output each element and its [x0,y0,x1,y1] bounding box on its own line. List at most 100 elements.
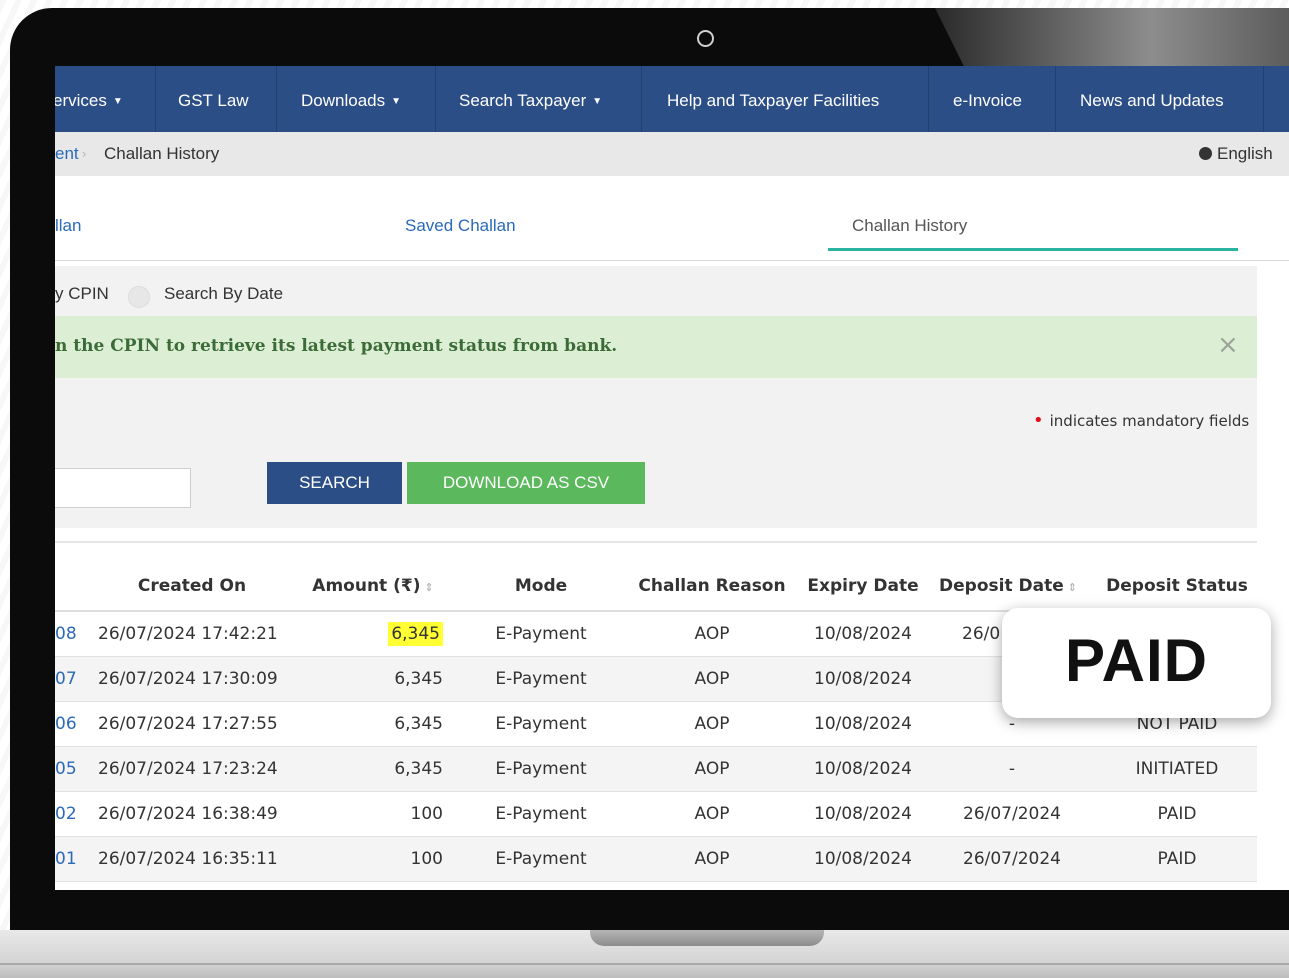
nav-services[interactable]: ervices ▼ [55,66,123,132]
tab-saved-challan[interactable]: Saved Challan [405,216,516,236]
callout-text: PAID [1065,627,1208,694]
nav-news-updates[interactable]: News and Updates [1080,66,1224,132]
language-label: English [1217,144,1273,163]
webcam-icon [697,30,714,47]
cpin-link[interactable]: 08 [55,624,77,644]
reason-cell: AOP [694,759,730,779]
globe-icon [1199,147,1212,160]
nav-e-invoice-label: e-Invoice [953,91,1022,110]
paid-status-callout: PAID [1002,608,1271,718]
expiry-cell: 10/08/2024 [814,849,912,869]
nav-divider [1055,66,1056,132]
chevron-down-icon: ▼ [112,96,123,107]
amount-cell: 6,345 [394,759,443,779]
challan-tabs: llan Saved Challan Challan History [55,176,1289,266]
mandatory-note: • indicates mandatory fields [1033,410,1249,431]
cpin-link[interactable]: 05 [55,759,77,779]
amount-cell: 6,345 [394,669,443,689]
nav-help-taxpayer-facilities[interactable]: Help and Taxpayer Facilities [667,66,879,132]
created-on-cell: 26/07/2024 17:27:55 [98,714,278,734]
created-on-cell: 26/07/2024 17:42:21 [98,624,278,644]
deposit-status-cell: PAID [1157,849,1197,869]
mode-cell: E-Payment [495,714,587,734]
col-created-on: Created On [137,576,247,596]
tab-create-challan[interactable]: llan [55,216,81,236]
browser-screen: ervices ▼ GST Law Downloads ▼ Search Taxpa… [55,66,1289,890]
cpin-link[interactable]: 01 [55,849,77,869]
cpin-link[interactable]: 07 [55,669,77,689]
mandatory-note-text: indicates mandatory fields [1049,412,1250,430]
col-deposit-date[interactable]: Deposit Date ⇕ [939,576,1077,596]
nav-e-invoice[interactable]: e-Invoice [953,66,1022,132]
table-row[interactable]: 05 26/07/2024 17:23:24 6,345 E-Payment A… [55,747,1257,792]
cpin-input[interactable] [55,468,191,508]
amount-highlight: 6,345 [388,622,443,646]
table-row[interactable]: 02 26/07/2024 16:38:49 100 E-Payment AOP… [55,792,1257,837]
expiry-cell: 10/08/2024 [814,714,912,734]
nav-gst-law[interactable]: GST Law [178,66,249,132]
download-csv-button[interactable]: DOWNLOAD AS CSV [407,462,645,504]
expiry-cell: 10/08/2024 [814,804,912,824]
top-nav: ervices ▼ GST Law Downloads ▼ Search Taxpa… [55,66,1289,132]
created-on-cell: 26/07/2024 17:30:09 [98,669,278,689]
col-expiry-date: Expiry Date [807,576,919,596]
nav-divider [155,66,156,132]
created-on-cell: 26/07/2024 17:23:24 [98,759,278,779]
chevron-down-icon: ▼ [391,96,402,107]
deposit-date-cell: 26/07/2024 [963,849,1061,869]
cpin-link[interactable]: 06 [55,714,77,734]
nav-gst-law-label: GST Law [178,91,249,110]
breadcrumb: ent › Challan History English [55,132,1289,176]
laptop-base-edge [0,963,1289,965]
bezel-glare [935,8,1289,66]
deposit-status-cell: INITIATED [1135,759,1219,779]
deposit-date-cell: 26/0 [962,624,1001,644]
amount-cell: 100 [410,849,443,869]
close-icon[interactable]: × [1217,332,1239,358]
reason-cell: AOP [694,624,730,644]
amount-cell: 6,345 [388,622,443,646]
nav-divider [276,66,277,132]
expiry-cell: 10/08/2024 [814,759,912,779]
nav-search-taxpayer-label: Search Taxpayer [459,91,587,110]
sort-icon[interactable]: ⇕ [1068,581,1077,594]
nav-news-label: News and Updates [1080,91,1224,110]
table-row[interactable]: 01 26/07/2024 16:35:11 100 E-Payment AOP… [55,837,1257,882]
chevron-down-icon: ▼ [592,96,603,107]
mode-cell: E-Payment [495,759,587,779]
mode-cell: E-Payment [495,804,587,824]
radio-search-by-date[interactable] [128,286,150,308]
nav-search-taxpayer[interactable]: Search Taxpayer ▼ [459,66,602,132]
breadcrumb-current: Challan History [104,144,220,163]
col-deposit-status: Deposit Status [1106,576,1248,596]
required-dot-icon: • [1033,410,1044,431]
radio-search-by-date-label[interactable]: Search By Date [164,284,283,304]
search-button[interactable]: SEARCH [267,462,402,504]
nav-downloads[interactable]: Downloads ▼ [301,66,401,132]
breadcrumb-separator-icon: › [82,146,87,161]
breadcrumb-parent-link[interactable]: ent [55,144,79,164]
reason-cell: AOP [694,714,730,734]
section-divider [55,541,1257,543]
created-on-cell: 26/07/2024 16:38:49 [98,804,278,824]
col-amount[interactable]: Amount (₹) ⇕ [312,576,433,596]
col-challan-reason: Challan Reason [638,576,786,596]
tab-divider [55,260,1289,261]
nav-divider [1263,66,1264,132]
mode-cell: E-Payment [495,849,587,869]
radio-search-by-cpin-label[interactable]: y CPIN [55,284,109,304]
expiry-cell: 10/08/2024 [814,669,912,689]
cpin-link[interactable]: 02 [55,804,77,824]
deposit-date-cell: - [1008,759,1016,779]
nav-downloads-label: Downloads [301,91,386,110]
col-deposit-date-label: Deposit Date [939,576,1064,596]
expiry-cell: 10/08/2024 [814,624,912,644]
nav-divider [928,66,929,132]
info-alert: n the CPIN to retrieve its latest paymen… [55,316,1257,378]
sort-icon[interactable]: ⇕ [424,581,433,594]
deposit-date-cell: 26/07/2024 [963,804,1061,824]
nav-services-label: ervices [55,91,107,110]
created-on-cell: 26/07/2024 16:35:11 [98,849,278,869]
tab-challan-history[interactable]: Challan History [852,216,967,236]
language-selector[interactable]: English [1199,144,1273,164]
